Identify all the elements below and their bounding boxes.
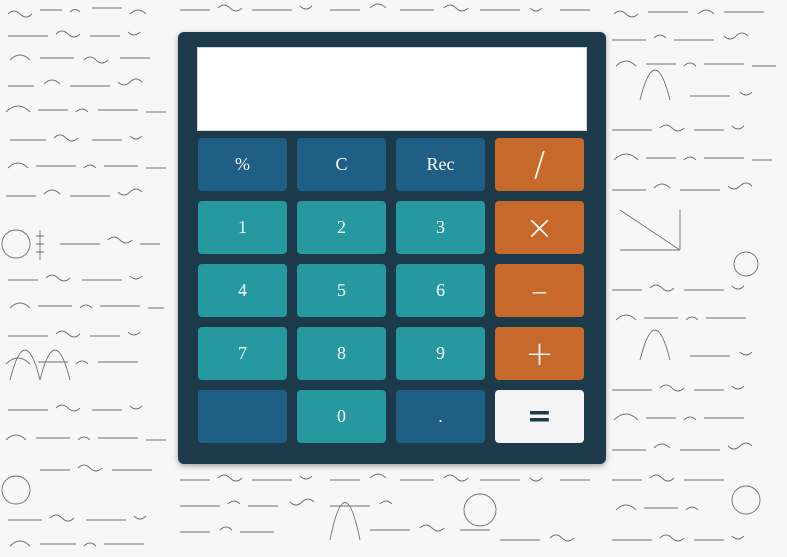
- clear-button[interactable]: C: [297, 138, 386, 191]
- equals-button[interactable]: =: [495, 390, 584, 443]
- subtract-button[interactable]: –: [495, 264, 584, 317]
- digit-1-button[interactable]: 1: [198, 201, 287, 254]
- calculator-display: [197, 47, 587, 131]
- decimal-button[interactable]: .: [396, 390, 485, 443]
- divide-button[interactable]: /: [495, 138, 584, 191]
- digit-5-button[interactable]: 5: [297, 264, 386, 317]
- keypad: % C Rec / 1 2 3 × 4 5 6 – 7 8 9 + 0 . =: [198, 138, 586, 443]
- add-button[interactable]: +: [495, 327, 584, 380]
- digit-0-button[interactable]: 0: [297, 390, 386, 443]
- digit-8-button[interactable]: 8: [297, 327, 386, 380]
- digit-6-button[interactable]: 6: [396, 264, 485, 317]
- digit-4-button[interactable]: 4: [198, 264, 287, 317]
- blank-button[interactable]: [198, 390, 287, 443]
- calculator: % C Rec / 1 2 3 × 4 5 6 – 7 8 9 + 0 . =: [178, 32, 606, 464]
- digit-3-button[interactable]: 3: [396, 201, 485, 254]
- multiply-button[interactable]: ×: [495, 201, 584, 254]
- percent-button[interactable]: %: [198, 138, 287, 191]
- digit-7-button[interactable]: 7: [198, 327, 287, 380]
- digit-2-button[interactable]: 2: [297, 201, 386, 254]
- rec-button[interactable]: Rec: [396, 138, 485, 191]
- digit-9-button[interactable]: 9: [396, 327, 485, 380]
